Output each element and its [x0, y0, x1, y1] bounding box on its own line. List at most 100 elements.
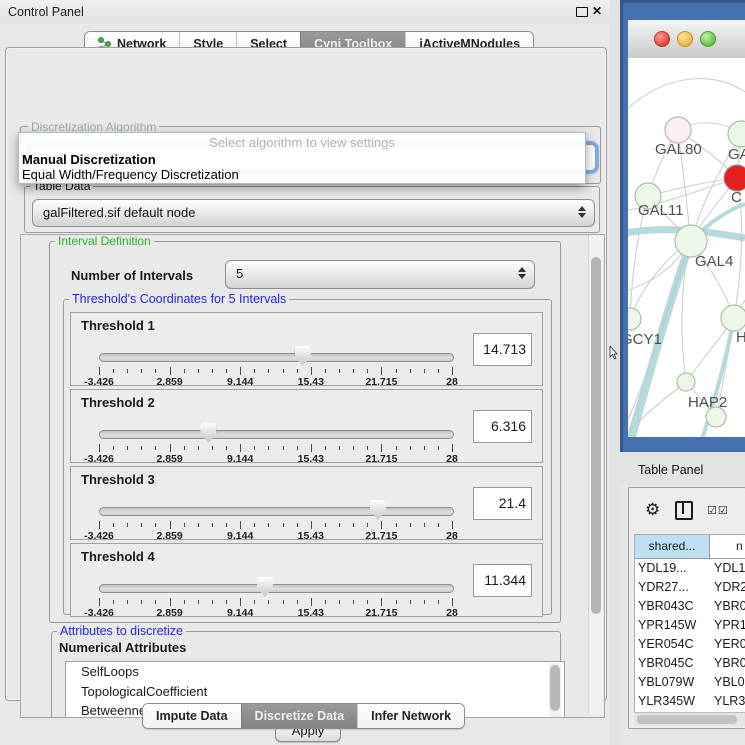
tick-mark	[325, 446, 326, 450]
column-header-shared-name[interactable]: shared...	[635, 535, 710, 558]
panel-divider[interactable]	[610, 0, 620, 745]
tick-mark	[170, 367, 171, 375]
tick-label: 21.715	[365, 607, 397, 619]
tab-impute-data[interactable]: Impute Data	[143, 704, 241, 728]
network-canvas[interactable]: GAL80 GA C GAL11 GAL4 GCY1 H HAP2	[628, 58, 745, 437]
table-row[interactable]: YLR345WYLR3...	[635, 692, 745, 711]
table-row[interactable]: YBR043CYBR0...	[635, 597, 745, 616]
cell-shared-name[interactable]: YDL19...	[635, 559, 714, 578]
cell-name[interactable]: YBL0...	[714, 673, 745, 692]
close-traffic-light[interactable]	[654, 31, 670, 47]
tick-mark	[367, 369, 368, 373]
tick-label: -3.426	[84, 607, 114, 619]
cell-name[interactable]: YBR0...	[714, 654, 745, 673]
table-row[interactable]: YPR145WYPR1...	[635, 616, 745, 635]
threshold-3-slider[interactable]: -3.4262.8599.14415.4321.71528	[99, 503, 452, 537]
tick-label: 2.859	[156, 453, 182, 465]
scrollbar-thumb[interactable]	[550, 665, 560, 711]
number-of-intervals-value: 5	[236, 266, 243, 281]
tick-mark	[283, 369, 284, 373]
tick-mark	[113, 369, 114, 373]
dropdown-item-manual-discretization[interactable]: Manual Discretization	[22, 152, 156, 167]
tick-mark	[353, 369, 354, 373]
threshold-1-label: Threshold 1	[81, 318, 155, 333]
cell-shared-name[interactable]: YDR27...	[635, 578, 714, 597]
slider-track[interactable]	[99, 584, 454, 593]
slider-thumb[interactable]	[200, 423, 216, 443]
threshold-2-slider[interactable]: -3.4262.8599.14415.4321.71528	[99, 426, 452, 460]
slider-thumb[interactable]	[370, 500, 386, 520]
slider-thumb[interactable]	[295, 346, 311, 366]
tab-infer-network[interactable]: Infer Network	[357, 704, 464, 728]
tick-mark	[311, 598, 312, 606]
slider-track[interactable]	[99, 353, 454, 362]
slider-tick-labels: -3.4262.8599.14415.4321.71528	[99, 530, 452, 542]
node-pink[interactable]	[665, 117, 691, 143]
tick-mark	[226, 523, 227, 527]
checkboxes-icon[interactable]: ☑☑	[707, 504, 729, 517]
tick-label: 2.859	[156, 607, 182, 619]
slider-track[interactable]	[99, 507, 454, 516]
columns-icon[interactable]	[675, 501, 693, 520]
number-of-intervals-combobox[interactable]: 5	[225, 260, 535, 289]
attributes-list-scrollbar[interactable]	[549, 663, 561, 717]
table-row[interactable]: YBR045CYBR0...	[635, 654, 745, 673]
attribute-list-item[interactable]: TopologicalCoefficient	[66, 682, 564, 702]
cell-name[interactable]: YDR2...	[714, 578, 745, 597]
node-gcy1[interactable]	[628, 308, 641, 330]
tick-mark	[438, 446, 439, 450]
cell-shared-name[interactable]: YBR045C	[635, 654, 714, 673]
cell-name[interactable]: YLR3...	[714, 692, 745, 711]
tick-mark	[155, 369, 156, 373]
cell-name[interactable]: YER0...	[714, 635, 745, 654]
column-header-name[interactable]: n	[710, 535, 745, 558]
table-data-combobox[interactable]: galFiltered.sif default node	[32, 199, 595, 227]
threshold-1-slider[interactable]: -3.4262.8599.14415.4321.71528	[99, 349, 452, 383]
cell-shared-name[interactable]: YBR043C	[635, 597, 714, 616]
node-red-selected[interactable]	[724, 165, 745, 191]
threshold-2-value-field[interactable]: 6.316	[473, 410, 532, 443]
zoom-traffic-light[interactable]	[700, 31, 716, 47]
cell-shared-name[interactable]: YBL079W	[635, 673, 714, 692]
tick-mark	[170, 598, 171, 606]
node-right[interactable]	[721, 305, 745, 331]
tab-discretize-data[interactable]: Discretize Data	[241, 704, 358, 728]
tick-mark	[339, 523, 340, 527]
table-row[interactable]: YER054CYER0...	[635, 635, 745, 654]
scrollbar-thumb[interactable]	[637, 715, 737, 724]
threshold-3-value-field[interactable]: 21.4	[473, 487, 532, 520]
cell-name[interactable]: YDL1...	[714, 559, 745, 578]
table-row[interactable]: YDL19...YDL1...	[635, 559, 745, 578]
mouse-cursor	[609, 346, 618, 360]
cell-shared-name[interactable]: YER054C	[635, 635, 714, 654]
slider-track[interactable]	[99, 430, 454, 439]
cell-shared-name[interactable]: YPR145W	[635, 616, 714, 635]
cell-shared-name[interactable]: YLR345W	[635, 692, 714, 711]
threshold-4-slider[interactable]: -3.4262.8599.14415.4321.71528	[99, 580, 452, 614]
dropdown-item-equal-width-frequency[interactable]: Equal Width/Frequency Discretization	[22, 167, 239, 182]
threshold-1-value-field[interactable]: 14.713	[473, 333, 532, 366]
table-row[interactable]: YBL079WYBL0...	[635, 673, 745, 692]
scrollbar-thumb[interactable]	[591, 257, 601, 614]
node-green-top[interactable]	[728, 121, 745, 147]
cell-name[interactable]: YBR0...	[714, 597, 745, 616]
gear-icon[interactable]: ⚙	[645, 500, 660, 520]
threshold-4-value-field[interactable]: 11.344	[473, 564, 532, 597]
tick-mark	[254, 600, 255, 604]
tick-mark	[297, 600, 298, 604]
slider-thumb[interactable]	[257, 577, 273, 597]
threshold-2-label: Threshold 2	[81, 395, 155, 410]
table-horizontal-scrollbar[interactable]	[634, 712, 745, 726]
interval-definition-label: Interval Definition	[55, 234, 154, 248]
cell-name[interactable]: YPR1...	[714, 616, 745, 635]
tick-mark	[325, 600, 326, 604]
node-hap2[interactable]	[677, 373, 695, 391]
attribute-list-item[interactable]: SelfLoops	[66, 662, 564, 682]
minimize-traffic-light[interactable]	[677, 31, 693, 47]
tick-mark	[254, 446, 255, 450]
table-row[interactable]: YDR27...YDR2...	[635, 578, 745, 597]
float-window-icon[interactable]	[576, 7, 588, 17]
dropdown-placeholder-item[interactable]: Select algorithm to view settings	[19, 135, 585, 150]
close-icon[interactable]: ✕	[592, 4, 602, 18]
viewport-scrollbar[interactable]	[588, 235, 603, 715]
